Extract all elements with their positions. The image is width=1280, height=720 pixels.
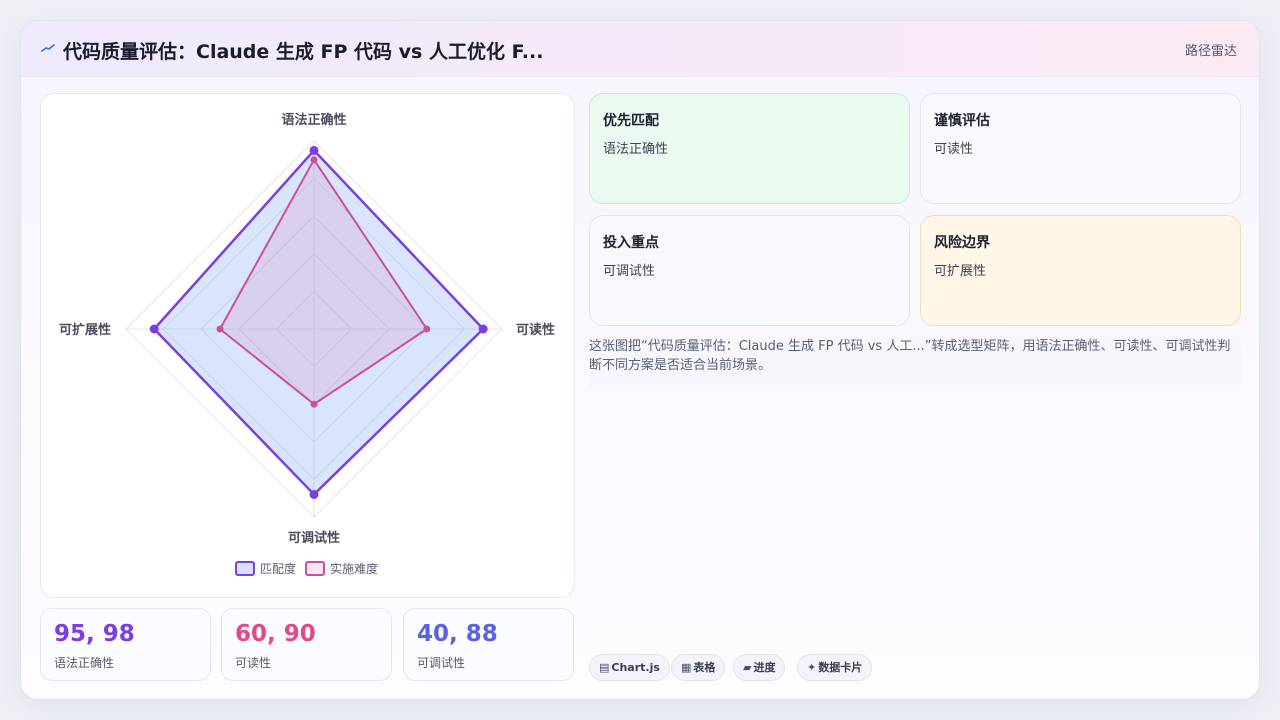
table-icon: ▦ bbox=[681, 661, 692, 674]
radar-data-point bbox=[309, 145, 319, 155]
stat-value: 95, 98 bbox=[54, 621, 135, 647]
legend-label: 实施难度 bbox=[330, 561, 378, 576]
tag-label: 进度 bbox=[753, 661, 776, 674]
quadrant-title: 优先匹配 bbox=[603, 113, 659, 129]
quadrant-body: 可调试性 bbox=[603, 264, 656, 279]
tag-label: 数据卡片 bbox=[818, 661, 863, 674]
stat-value: 40, 88 bbox=[417, 621, 498, 647]
radar-data-point bbox=[310, 400, 318, 408]
chart-line-icon bbox=[41, 44, 55, 52]
quadrant-body: 语法正确性 bbox=[603, 142, 669, 157]
quadrant-risk-boundary: 风险边界 可扩展性 bbox=[920, 215, 1241, 326]
stat-label: 语法正确性 bbox=[54, 656, 115, 670]
legend-swatch bbox=[235, 561, 255, 576]
tag-label: Chart.js bbox=[611, 661, 660, 674]
radar-chart: 语法正确性可读性可调试性 可扩展性匹配度 实施难度 bbox=[59, 112, 555, 576]
tag-chartjs[interactable]: ▤ Chart.js bbox=[589, 654, 670, 681]
tag-progress[interactable]: ▰ 进度 bbox=[733, 654, 786, 681]
radar-axis-label: 可调试性 bbox=[288, 530, 340, 546]
stat-label: 可调试性 bbox=[417, 656, 466, 670]
stat-card-syntax: 95, 98 语法正确性 bbox=[40, 608, 211, 681]
radar-axis-label: 语法正确性 bbox=[281, 112, 346, 128]
stat-label: 可读性 bbox=[235, 656, 272, 670]
radar-data-point bbox=[310, 156, 318, 164]
sparkle-icon: ✦ bbox=[807, 661, 817, 674]
quadrant-title: 投入重点 bbox=[603, 235, 659, 251]
radar-axis-label: 可扩展性 bbox=[59, 322, 111, 338]
quadrant-title: 风险边界 bbox=[934, 235, 990, 251]
stat-value: 60, 90 bbox=[235, 621, 316, 647]
chart-icon: ▤ bbox=[599, 661, 610, 674]
legend-label: 匹配度 bbox=[260, 561, 296, 576]
radar-data-point bbox=[149, 324, 159, 334]
page-title: 代码质量评估：Claude 生成 FP 代码 vs 人工优化 F... bbox=[63, 41, 544, 63]
legend-swatch bbox=[305, 561, 325, 576]
radar-data-point bbox=[216, 325, 224, 333]
radar-chart-card: 语法正确性可读性可调试性 可扩展性匹配度 实施难度 bbox=[40, 93, 575, 598]
stat-card-readability: 60, 90 可读性 bbox=[221, 608, 392, 681]
quadrant-body: 可读性 bbox=[934, 142, 974, 157]
main-panel: 代码质量评估：Claude 生成 FP 代码 vs 人工优化 F... 路径雷达… bbox=[20, 20, 1260, 700]
quadrant-priority-match: 优先匹配 语法正确性 bbox=[589, 93, 910, 204]
radar-data-point bbox=[423, 325, 431, 333]
quadrant-body: 可扩展性 bbox=[934, 264, 987, 279]
stat-card-debuggability: 40, 88 可调试性 bbox=[403, 608, 574, 681]
progress-icon: ▰ bbox=[743, 661, 752, 674]
header-bar: 代码质量评估：Claude 生成 FP 代码 vs 人工优化 F... 路径雷达 bbox=[21, 21, 1259, 77]
radar-data-point bbox=[478, 324, 488, 334]
quadrant-careful-review: 谨慎评估 可读性 bbox=[920, 93, 1241, 204]
chart-description: 这张图把“代码质量评估：Claude 生成 FP 代码 vs 人工...”转成选… bbox=[589, 337, 1241, 387]
quadrant-investment-focus: 投入重点 可调试性 bbox=[589, 215, 910, 326]
radar-data-point bbox=[309, 489, 319, 499]
tag-table[interactable]: ▦ 表格 bbox=[671, 654, 726, 681]
tag-data-cards[interactable]: ✦ 数据卡片 bbox=[797, 654, 873, 681]
tag-label: 表格 bbox=[693, 661, 716, 674]
radar-axis-label: 可读性 bbox=[516, 322, 555, 338]
quadrant-title: 谨慎评估 bbox=[934, 113, 990, 129]
view-mode-label: 路径雷达 bbox=[1184, 44, 1237, 59]
